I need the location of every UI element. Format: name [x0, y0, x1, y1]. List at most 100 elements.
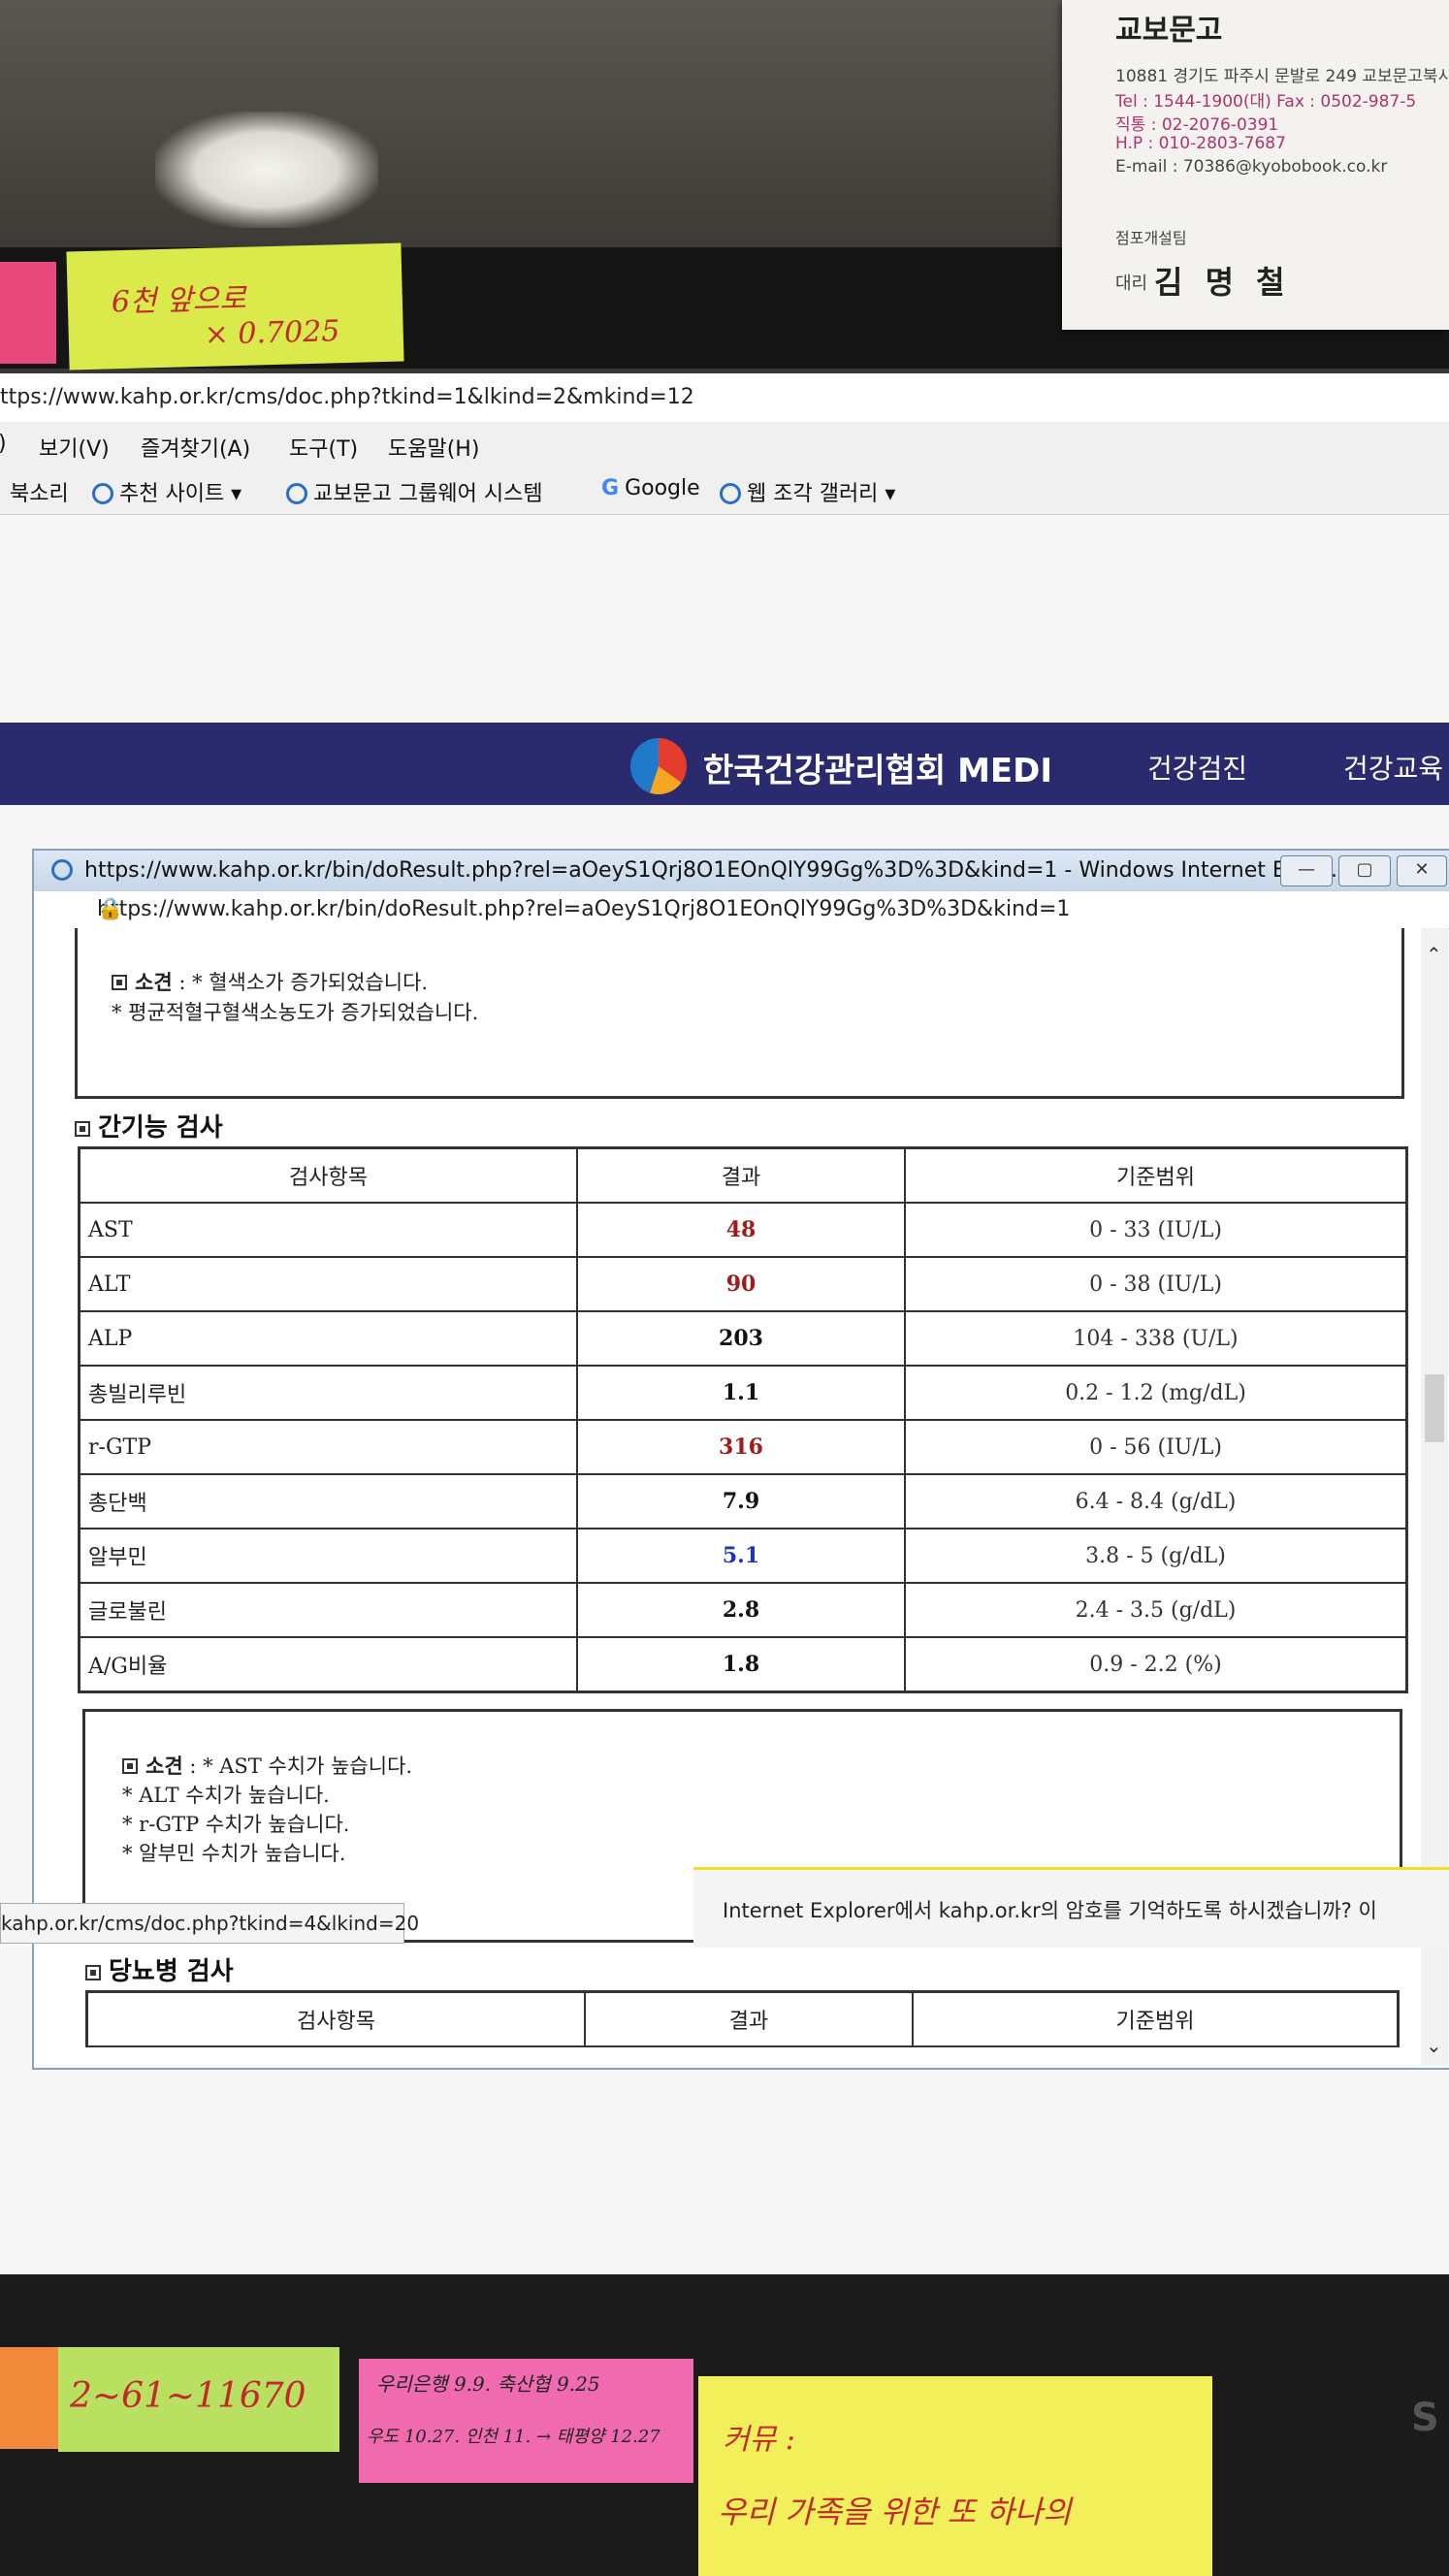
- site-header: 한국건강관리협회 MEDI 건강검진 건강교육: [0, 723, 1449, 805]
- test-result: 203: [576, 1310, 906, 1367]
- test-name: ALT: [78, 1256, 578, 1312]
- test-reference-range: 0.2 - 1.2 (mg/dL): [904, 1365, 1408, 1421]
- address-bar[interactable]: ttps://www.kahp.or.kr/cms/doc.php?tkind=…: [0, 373, 1449, 423]
- table-row: AST 48 0 - 33 (IU/L): [78, 1202, 1408, 1258]
- test-name: ALP: [78, 1310, 578, 1367]
- card-direct: 직통 : 02-2076-0391: [1115, 115, 1279, 135]
- card-hp: H.P : 010-2803-7687: [1115, 134, 1286, 153]
- password-save-prompt[interactable]: Internet Explorer에서 kahp.or.kr의 암호를 기억하도…: [693, 1867, 1449, 1948]
- minimize-button[interactable]: —: [1280, 855, 1333, 886]
- sticky-note-text: 2~61~11670: [70, 2376, 306, 2416]
- kahp-logo-icon: [630, 738, 687, 794]
- test-result: 1.1: [576, 1365, 906, 1421]
- scroll-down-icon[interactable]: ⌄: [1426, 2034, 1442, 2057]
- ie-icon: [286, 483, 307, 504]
- card-company: 교보문고: [1115, 14, 1223, 48]
- maximize-button[interactable]: ▢: [1338, 855, 1391, 886]
- ie-icon: [51, 859, 73, 881]
- site-name[interactable]: 한국건강관리협회 MEDI: [703, 744, 1052, 791]
- monitor-brand: S: [1411, 2396, 1439, 2440]
- test-name: AST: [78, 1202, 578, 1258]
- business-card: 교보문고 10881 경기도 파주시 문발로 249 교보문고북시 Tel : …: [1062, 0, 1449, 330]
- test-reference-range: 104 - 338 (U/L): [904, 1310, 1408, 1367]
- test-result: 316: [576, 1419, 906, 1475]
- bullet-icon: [75, 1121, 90, 1137]
- table-row: ALP 203 104 - 338 (U/L): [78, 1310, 1408, 1367]
- test-reference-range: 0 - 56 (IU/L): [904, 1419, 1408, 1475]
- status-bar-url: kahp.or.kr/cms/doc.php?tkind=4&lkind=20: [0, 1903, 419, 1944]
- popup-url: https://www.kahp.or.kr/bin/doResult.php?…: [97, 897, 1071, 921]
- sticky-note-green-top: 6천 앞으로 × 0.7025: [66, 242, 404, 370]
- table-row: ALT 90 0 - 38 (IU/L): [78, 1256, 1408, 1312]
- test-result: 2.8: [576, 1582, 906, 1638]
- fav-google[interactable]: G Google: [601, 476, 700, 500]
- popup-title: https://www.kahp.or.kr/bin/doResult.php?…: [84, 858, 1351, 883]
- menu-tools[interactable]: 도구(T): [289, 432, 358, 463]
- lock-icon: 🔒: [97, 897, 124, 921]
- scroll-thumb[interactable]: [1425, 1374, 1444, 1442]
- fav-web-slice[interactable]: 웹 조각 갤러리 ▾: [720, 476, 895, 507]
- popup-address-bar: ⌄ https://www.kahp.or.kr/bin/doResult.ph…: [34, 891, 1449, 929]
- table-header-row: 검사항목 결과 기준범위: [78, 1146, 1408, 1204]
- ceiling-light-reflection: [155, 112, 378, 228]
- test-name: A/G비율: [78, 1636, 578, 1693]
- sticky-note-text: 우리은행 9.9. 축산협 9.25: [376, 2372, 600, 2396]
- table-row: A/G비율 1.8 0.9 - 2.2 (%): [78, 1636, 1408, 1693]
- sticky-note-pink-top: [0, 262, 56, 364]
- bullet-icon: [122, 1758, 138, 1774]
- sticky-note-green-bottom: 2~61~11670: [58, 2347, 339, 2452]
- finding-line: * 알부민 수치가 높습니다.: [122, 1842, 346, 1865]
- section-title-liver: 간기능 검사: [75, 1108, 223, 1143]
- test-reference-range: 0.9 - 2.2 (%): [904, 1636, 1408, 1693]
- sticky-note-text: × 0.7025: [204, 314, 340, 352]
- header-range: 기준범위: [904, 1146, 1408, 1204]
- password-prompt-text: Internet Explorer에서 kahp.or.kr의 암호를 기억하도…: [723, 1899, 1377, 1922]
- sticky-note-text: 우도 10.27. 인천 11. → 태평양 12.27: [367, 2427, 660, 2447]
- favorites-bar: 북소리 추천 사이트 ▾ 교보문고 그룹웨어 시스템 G Google 웹 조각 …: [0, 466, 1449, 515]
- popup-titlebar[interactable]: https://www.kahp.or.kr/bin/doResult.php?…: [34, 851, 1449, 891]
- card-name: 김 명 철: [1154, 264, 1291, 301]
- sticky-note-text: 6천 앞으로: [111, 281, 247, 320]
- table-row: 알부민 5.1 3.8 - 5 (g/dL): [78, 1528, 1408, 1584]
- fav-groupware[interactable]: 교보문고 그룹웨어 시스템: [286, 476, 543, 507]
- liver-results-table: 검사항목 결과 기준범위 AST 48 0 - 33 (IU/L) ALT 90 0 - …: [78, 1146, 1408, 1693]
- section-title-diabetes: 당뇨병 검사: [85, 1951, 234, 1987]
- test-reference-range: 0 - 33 (IU/L): [904, 1202, 1408, 1258]
- menu-favorites[interactable]: 즐겨찾기(A): [141, 432, 250, 463]
- menu-edge: ): [0, 432, 7, 456]
- finding-line: 소견 : * 혈색소가 증가되었습니다.: [112, 967, 428, 996]
- nav-health-checkup[interactable]: 건강검진: [1147, 748, 1247, 787]
- google-icon: G: [601, 476, 620, 500]
- close-button[interactable]: ✕: [1397, 855, 1447, 886]
- fav-booksori[interactable]: 북소리: [10, 476, 69, 507]
- test-name: r-GTP: [78, 1419, 578, 1475]
- sticky-note-yellow: 커뮤 : 우리 가족을 위한 또 하나의: [698, 2376, 1212, 2576]
- finding-line: * 평균적혈구혈색소농도가 증가되었습니다.: [112, 1001, 479, 1024]
- test-reference-range: 6.4 - 8.4 (g/dL): [904, 1473, 1408, 1530]
- ie-icon: [720, 483, 741, 504]
- bullet-icon: [112, 975, 127, 990]
- finding-line: * r-GTP 수치가 높습니다.: [122, 1813, 350, 1836]
- menu-help[interactable]: 도움말(H): [388, 432, 479, 463]
- table-row: 총빌리루빈 1.1 0.2 - 1.2 (mg/dL): [78, 1365, 1408, 1421]
- finding-box-blood: 소견 : * 혈색소가 증가되었습니다. * 평균적혈구혈색소농도가 증가되었습…: [75, 928, 1404, 1099]
- address-url[interactable]: ttps://www.kahp.or.kr/cms/doc.php?tkind=…: [0, 385, 694, 409]
- table-row: 글로불린 2.8 2.4 - 3.5 (g/dL): [78, 1582, 1408, 1638]
- menu-view[interactable]: 보기(V): [39, 432, 110, 463]
- scroll-up-icon[interactable]: ⌃: [1426, 943, 1442, 966]
- test-reference-range: 0 - 38 (IU/L): [904, 1256, 1408, 1312]
- card-team: 점포개설팀: [1115, 229, 1187, 247]
- sticky-note-text: 커뮤 :: [723, 2423, 795, 2457]
- header-range: 기준범위: [912, 1990, 1400, 2047]
- card-address: 10881 경기도 파주시 문발로 249 교보문고북시: [1115, 67, 1449, 86]
- nav-health-education[interactable]: 건강교육: [1343, 748, 1443, 787]
- menu-bar: ) 보기(V) 즐겨찾기(A) 도구(T) 도움말(H): [0, 422, 1449, 466]
- test-reference-range: 3.8 - 5 (g/dL): [904, 1528, 1408, 1584]
- fav-recommended[interactable]: 추천 사이트 ▾: [92, 476, 242, 507]
- diabetes-results-table: 검사항목 결과 기준범위: [85, 1990, 1400, 2047]
- monitor-screen: ttps://www.kahp.or.kr/cms/doc.php?tkind=…: [0, 373, 1449, 2274]
- table-row: r-GTP 316 0 - 56 (IU/L): [78, 1419, 1408, 1475]
- header-result: 결과: [584, 1990, 914, 2047]
- sticky-note-text: 우리 가족을 위한 또 하나의: [718, 2494, 1072, 2530]
- test-result: 48: [576, 1202, 906, 1258]
